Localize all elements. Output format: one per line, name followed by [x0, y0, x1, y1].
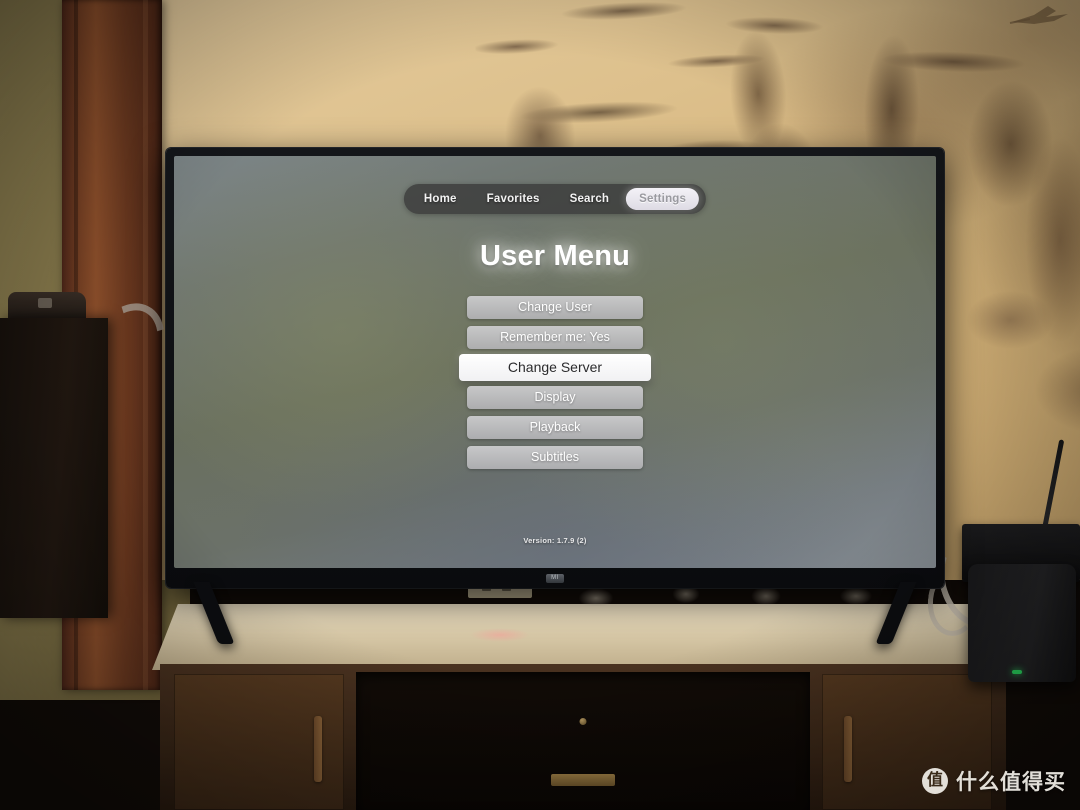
nav-tab-search[interactable]: Search [557, 188, 623, 210]
tv-brand-logo: MI [546, 574, 564, 583]
top-navigation-bar: Home Favorites Search Settings [403, 184, 707, 214]
menu-button-change-user[interactable]: Change User [467, 296, 643, 319]
cabinet-door-left[interactable] [174, 674, 344, 810]
page-title: User Menu [479, 240, 631, 272]
cabinet-handle-left[interactable] [314, 716, 322, 782]
nav-tab-settings[interactable]: Settings [626, 188, 700, 210]
menu-button-change-server[interactable]: Change Server [459, 354, 651, 381]
television: Home Favorites Search Settings User Menu… [166, 148, 944, 644]
menu-button-remember-me[interactable]: Remember me: Yes [467, 326, 643, 349]
status-led [1012, 670, 1022, 674]
cabinet-knob[interactable] [579, 718, 587, 725]
menu-button-playback[interactable]: Playback [467, 416, 643, 439]
watermark-text: 什么值得买 [956, 771, 1066, 794]
version-label: Version: 1.7.9 (2) [523, 536, 587, 545]
shelf-reflection [470, 628, 530, 642]
room-photo: Home Favorites Search Settings User Menu… [0, 0, 1080, 810]
nav-tab-favorites[interactable]: Favorites [474, 188, 553, 210]
watermark: 值 什么值得买 [922, 766, 1066, 796]
crane-bird-icon [1009, 6, 1068, 24]
tv-cabinet [160, 664, 1006, 810]
cabinet-plate [551, 774, 615, 786]
cabinet-center-recess [356, 672, 810, 810]
user-menu-list: Change User Remember me: Yes Change Serv… [459, 296, 651, 469]
menu-button-display[interactable]: Display [467, 386, 643, 409]
tvos-app-ui: Home Favorites Search Settings User Menu… [174, 156, 936, 568]
nav-tab-home[interactable]: Home [411, 188, 470, 210]
tv-screen: Home Favorites Search Settings User Menu… [174, 156, 936, 568]
cabinet-handle-right[interactable] [844, 716, 852, 782]
watermark-logo-icon: 值 [922, 768, 948, 794]
right-speaker [968, 564, 1076, 682]
mural-mountain [950, 60, 1080, 480]
menu-button-subtitles[interactable]: Subtitles [467, 446, 643, 469]
